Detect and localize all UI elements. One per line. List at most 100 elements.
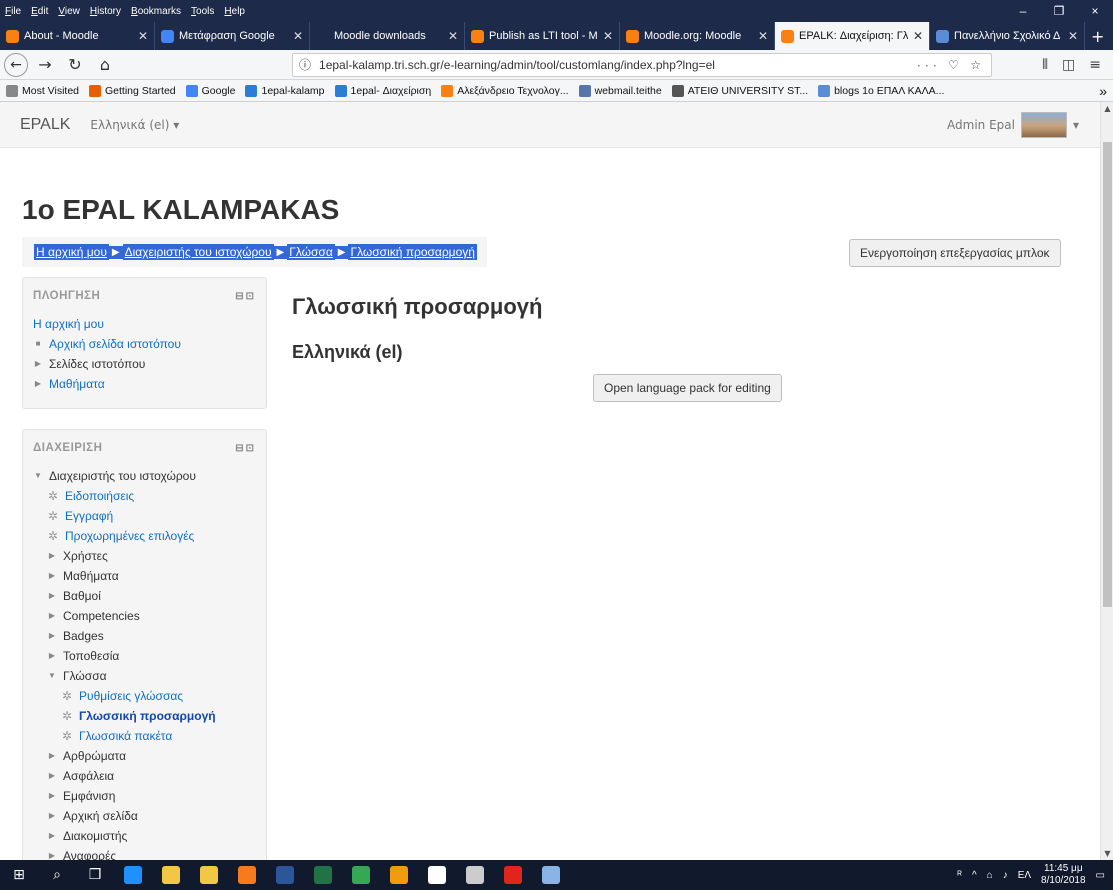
expand-arrow-icon[interactable]: ▶ — [47, 806, 57, 826]
browser-tab[interactable]: Moodle downloads ✕ — [310, 22, 465, 50]
new-tab-icon[interactable]: + — [1085, 22, 1110, 50]
expand-arrow-icon[interactable]: ▶ — [47, 846, 57, 860]
browser-tab[interactable]: Μετάφραση Google ✕ — [155, 22, 310, 50]
nav-site-home[interactable]: Αρχική σελίδα ιστοτόπου — [49, 334, 181, 354]
open-language-pack-button[interactable]: Open language pack for editing — [593, 374, 782, 402]
explorer-app-icon[interactable] — [152, 860, 190, 890]
bookmark-item[interactable]: Αλεξάνδρειο Τεχνολογ... — [441, 84, 569, 97]
back-icon[interactable]: ← — [4, 52, 28, 77]
scrollbar-thumb[interactable] — [1103, 142, 1112, 607]
admin-plugins[interactable]: Αρθρώματα — [63, 746, 126, 766]
avatar[interactable] — [1020, 111, 1067, 138]
scroll-up-icon[interactable]: ▲ — [1101, 104, 1113, 113]
browser-tab[interactable]: Publish as LTI tool - M ✕ — [465, 22, 620, 50]
admin-registration[interactable]: Εγγραφή — [65, 506, 113, 526]
app-app-icon[interactable] — [456, 860, 494, 890]
expand-arrow-icon[interactable]: ▶ — [47, 786, 57, 806]
expand-arrow-icon[interactable]: ▶ — [47, 746, 57, 766]
bookmark-item[interactable]: Getting Started — [89, 84, 176, 97]
menu-view[interactable]: View — [53, 6, 85, 17]
word-app-icon[interactable] — [266, 860, 304, 890]
admin-advanced-features[interactable]: Προχωρημένες επιλογές — [65, 526, 194, 546]
expand-arrow-icon[interactable]: ▶ — [33, 374, 43, 394]
bookmark-item[interactable]: ATEIΘ UNIVERSITY ST... — [671, 84, 808, 97]
clock[interactable]: 11:45 μμ 8/10/2018 — [1041, 863, 1086, 887]
menu-tools[interactable]: Tools — [186, 6, 219, 17]
tab-close-icon[interactable]: ✕ — [913, 29, 923, 43]
breadcrumb-language[interactable]: Γλώσσα — [287, 244, 335, 260]
tab-close-icon[interactable]: ✕ — [758, 29, 768, 43]
menu-help[interactable]: Help — [219, 6, 250, 17]
bookmarks-overflow-icon[interactable]: » — [1099, 83, 1107, 99]
admin-site-admin[interactable]: Διαχειριστής του ιστοχώρου — [49, 466, 196, 486]
store-app-icon[interactable] — [190, 860, 228, 890]
tab-close-icon[interactable]: ✕ — [293, 29, 303, 43]
windows-start-icon[interactable]: ⊞ — [0, 860, 38, 890]
tab-close-icon[interactable]: ✕ — [138, 29, 148, 43]
edit-blocks-button[interactable]: Ενεργοποίηση επεξεργασίας μπλοκ — [849, 239, 1061, 267]
notifications-icon[interactable]: ▭ — [1096, 870, 1105, 881]
admin-language-settings[interactable]: Ρυθμίσεις γλώσσας — [79, 686, 183, 706]
breadcrumb-customisation[interactable]: Γλωσσική προσαρμογή — [348, 244, 477, 260]
tab-close-icon[interactable]: ✕ — [603, 29, 613, 43]
browser-tab[interactable]: About - Moodle ✕ — [0, 22, 155, 50]
menu-bookmarks[interactable]: Bookmarks — [126, 6, 186, 17]
admin-front-page[interactable]: Αρχική σελίδα — [63, 806, 138, 826]
breadcrumb-home[interactable]: Η αρχική μου — [34, 244, 109, 260]
address-bar[interactable]: ⓘ 1epal-kalamp.tri.sch.gr/e-learning/adm… — [292, 52, 992, 77]
admin-appearance[interactable]: Εμφάνιση — [63, 786, 115, 806]
nav-home-link[interactable]: Η αρχική μου — [33, 314, 104, 334]
collapse-arrow-icon[interactable]: ▼ — [33, 466, 43, 486]
home-icon[interactable]: ⌂ — [92, 53, 118, 77]
scroll-down-icon[interactable]: ▼ — [1101, 849, 1113, 858]
excel-app-icon[interactable] — [304, 860, 342, 890]
expand-arrow-icon[interactable]: ▶ — [47, 546, 57, 566]
tab-close-icon[interactable]: ✕ — [1068, 29, 1078, 43]
expand-arrow-icon[interactable]: ▶ — [47, 826, 57, 846]
expand-arrow-icon[interactable]: ▶ — [47, 586, 57, 606]
page-scrollbar[interactable]: ▲ ▼ — [1100, 102, 1113, 860]
outlook-app-icon[interactable] — [380, 860, 418, 890]
admin-security[interactable]: Ασφάλεια — [63, 766, 114, 786]
browser-tab[interactable]: Moodle.org: Moodle ✕ — [620, 22, 775, 50]
task-view-icon[interactable]: ❒ — [76, 860, 114, 890]
admin-badges[interactable]: Badges — [63, 626, 104, 646]
expand-arrow-icon[interactable]: ▶ — [47, 566, 57, 586]
hamburger-menu-icon[interactable]: ≡ — [1089, 57, 1101, 73]
acrobat-app-icon[interactable] — [494, 860, 532, 890]
admin-notifications[interactable]: Ειδοποιήσεις — [65, 486, 134, 506]
expand-arrow-icon[interactable]: ▶ — [47, 766, 57, 786]
collapse-arrow-icon[interactable]: ▼ — [47, 666, 57, 686]
user-menu[interactable]: Admin Epal ▾ — [947, 111, 1093, 138]
menu-file[interactable]: File — [0, 6, 26, 17]
admin-server[interactable]: Διακομιστής — [63, 826, 127, 846]
nav-site-pages[interactable]: Σελίδες ιστοτόπου — [49, 354, 145, 374]
library-icon[interactable]: ⫴ — [1042, 57, 1048, 73]
admin-language-packs[interactable]: Γλωσσικά πακέτα — [79, 726, 172, 746]
admin-courses[interactable]: Μαθήματα — [63, 566, 119, 586]
bookmark-item[interactable]: webmail.teithe — [578, 84, 662, 97]
admin-language-customisation[interactable]: Γλωσσική προσαρμογή — [79, 706, 216, 726]
expand-arrow-icon[interactable]: ▶ — [47, 626, 57, 646]
bookmark-item[interactable]: Google — [185, 84, 235, 97]
browser-tab[interactable]: Πανελλήνιο Σχολικό Δ ✕ — [930, 22, 1085, 50]
breadcrumb-site-admin[interactable]: Διαχειριστής του ιστοχώρου — [122, 244, 274, 260]
nav-courses[interactable]: Μαθήματα — [49, 374, 105, 394]
bookmark-item[interactable]: blogs 1ο ΕΠΑΛ ΚΑΛΑ... — [818, 84, 944, 97]
expand-arrow-icon[interactable]: ▶ — [33, 354, 43, 374]
document-app-icon[interactable] — [418, 860, 456, 890]
minimize-button[interactable]: – — [1005, 4, 1041, 18]
block-controls-icon[interactable]: ⊟⊡ — [235, 443, 256, 454]
admin-location[interactable]: Τοποθεσία — [63, 646, 119, 666]
bookmark-item[interactable]: 1epal-kalamp — [245, 84, 325, 97]
network-icon[interactable]: ⌂ — [987, 870, 993, 881]
volume-icon[interactable]: ♪ — [1003, 870, 1008, 881]
browser-tab[interactable]: EPALK: Διαχείριση: Γλ ✕ — [775, 22, 930, 50]
input-language[interactable]: ΕΛ — [1018, 870, 1031, 881]
admin-competencies[interactable]: Competencies — [63, 606, 140, 626]
user-name[interactable]: Admin Epal — [947, 118, 1015, 132]
admin-grades[interactable]: Βαθμοί — [63, 586, 101, 606]
people-icon[interactable]: ᴿ — [957, 870, 962, 881]
chevron-down-icon[interactable]: ▾ — [1073, 118, 1079, 132]
bookmark-item[interactable]: Most Visited — [6, 84, 79, 97]
